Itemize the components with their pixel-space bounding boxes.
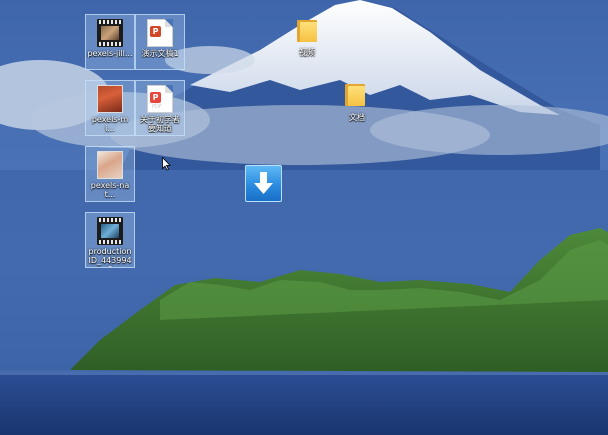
desktop-icon-image-pexels-nat[interactable]: pexels-nat... [85, 146, 135, 202]
icon-label: production ID_4439948 [88, 247, 132, 267]
icon-label: 关于初学者要知道 [140, 115, 180, 133]
desktop-icon-ppt-doc[interactable]: P 演示文稿1 [135, 14, 185, 70]
icon-label: pexels-mi... [91, 115, 129, 133]
icon-label: pexels-jill... [87, 49, 133, 58]
pdf-ext-label: PDF [152, 104, 162, 110]
mouse-pointer-icon [162, 157, 171, 171]
down-arrow-icon[interactable] [245, 165, 282, 202]
image-file-icon [97, 85, 123, 113]
folder-label: 视频 [299, 48, 315, 57]
folder-icon[interactable] [345, 84, 365, 106]
desktop-icon-video-production[interactable]: production ID_4439948 [85, 212, 135, 268]
video-file-icon [97, 217, 123, 245]
video-file-icon [97, 19, 123, 47]
down-arrow-glyph [254, 172, 273, 194]
desktop-icon-video-pexels-jill[interactable]: pexels-jill... [85, 14, 135, 70]
icon-label: pexels-nat... [90, 181, 130, 199]
icon-label: 演示文稿1 [141, 49, 179, 58]
desktop[interactable]: pexels-jill... P 演示文稿1 pexels-mi... P PD… [0, 0, 608, 435]
ppt-badge: P [150, 26, 161, 37]
image-file-icon [97, 151, 123, 179]
ppt-file-icon: P [147, 19, 173, 47]
folder-label: 文档 [349, 113, 365, 122]
desktop-icon-image-pexels-mi[interactable]: pexels-mi... [85, 80, 135, 136]
pdf-badge: P [150, 92, 161, 103]
desktop-icon-pdf-doc[interactable]: P PDF 关于初学者要知道 [135, 80, 185, 136]
pdf-file-icon: P PDF [147, 85, 173, 113]
folder-icon[interactable] [297, 20, 317, 42]
